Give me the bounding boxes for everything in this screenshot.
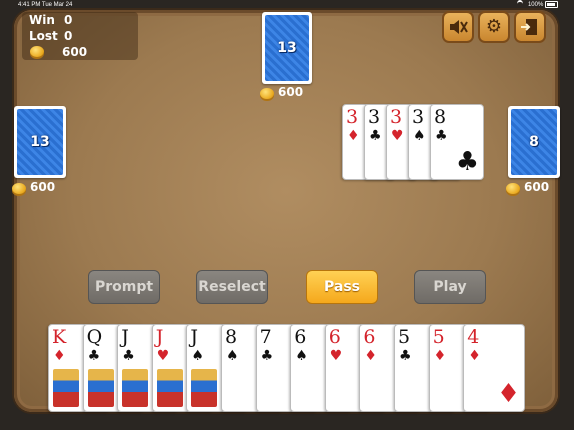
card-suit-icon: ♥ <box>329 348 343 364</box>
right-opponent-cards: 8 <box>508 106 560 178</box>
coin-icon <box>12 183 26 194</box>
card-suit-icon: ♠ <box>413 128 426 144</box>
left-opponent-cards: 13 <box>14 106 66 178</box>
card-rank: J <box>155 326 164 348</box>
card-suit-icon: ♣ <box>399 348 412 364</box>
card-large-suit-icon: ♦ <box>496 379 521 409</box>
card-suit-icon: ♦ <box>468 348 481 364</box>
pass-button[interactable]: Pass <box>306 270 378 304</box>
card-rank: 4 <box>467 326 480 348</box>
card-suit-icon: ♦ <box>364 348 377 364</box>
top-opponent-count: 13 <box>277 40 297 56</box>
card-suit-icon: ♠ <box>226 348 239 364</box>
lost-value: 0 <box>64 29 73 43</box>
face-card-art-icon <box>87 369 114 407</box>
card-rank: Q <box>86 326 103 348</box>
gear-icon: ⚙ <box>485 16 503 37</box>
face-card-art-icon <box>191 369 218 407</box>
card-rank: 8 <box>225 326 238 348</box>
card-rank: 6 <box>363 326 376 348</box>
hand-card[interactable]: 4 ♦ ♦ <box>463 324 526 412</box>
coin-icon <box>260 88 274 99</box>
card-large-suit-icon: ♣ <box>455 147 479 177</box>
player-coins: 600 <box>62 45 88 59</box>
status-time: 4:41 PM Tue Mar 24 <box>18 2 73 8</box>
exit-button[interactable] <box>514 11 546 43</box>
face-card-art-icon <box>156 369 183 407</box>
right-opponent-count: 8 <box>529 134 539 150</box>
top-opponent-coins: 600 <box>278 85 304 99</box>
played-card: 8 ♣ ♣ <box>430 104 484 180</box>
card-suit-icon: ♣ <box>122 348 135 364</box>
card-rank: J <box>121 326 129 348</box>
win-label: Win <box>29 13 55 27</box>
card-rank: 7 <box>259 326 272 348</box>
card-rank: J <box>190 326 199 348</box>
exit-door-icon <box>519 19 541 43</box>
prompt-button[interactable]: Prompt <box>88 270 160 304</box>
right-opponent-coins: 600 <box>524 180 550 194</box>
face-card-art-icon <box>122 369 149 407</box>
status-bar: 4:41 PM Tue Mar 24 100% <box>0 0 574 10</box>
lost-label: Lost <box>29 29 58 43</box>
card-rank: 3 <box>368 106 381 128</box>
coin-icon <box>30 46 44 57</box>
battery-percent: 100% <box>527 2 544 8</box>
face-card-art-icon <box>53 369 79 407</box>
mute-button[interactable] <box>442 11 474 43</box>
card-suit-icon: ♣ <box>260 348 274 364</box>
card-suit-icon: ♠ <box>191 348 204 364</box>
card-suit-icon: ♠ <box>295 348 308 364</box>
card-suit-icon: ♣ <box>87 348 101 364</box>
score-panel: Win 0 Lost 0 600 <box>22 12 138 60</box>
card-rank: 5 <box>432 326 445 348</box>
card-suit-icon: ♣ <box>369 128 382 144</box>
card-suit-icon: ♣ <box>435 128 448 144</box>
card-suit-icon: ♦ <box>53 348 66 364</box>
top-opponent-cards: 13 <box>262 12 312 84</box>
card-rank: 3 <box>346 106 359 128</box>
left-opponent-coins: 600 <box>30 180 56 194</box>
card-suit-icon: ♦ <box>347 128 360 144</box>
card-rank: 3 <box>412 106 425 128</box>
card-rank: 6 <box>294 326 307 348</box>
card-suit-icon: ♥ <box>156 348 170 364</box>
settings-button[interactable]: ⚙ <box>478 11 510 43</box>
left-opponent-count: 13 <box>30 134 50 150</box>
card-rank: 6 <box>328 326 341 348</box>
card-suit-icon: ♥ <box>391 128 404 144</box>
card-rank: 3 <box>390 106 403 128</box>
coin-icon <box>506 183 520 194</box>
card-rank: K <box>52 326 67 348</box>
reselect-button[interactable]: Reselect <box>196 270 268 304</box>
wifi-icon <box>517 0 524 8</box>
card-rank: 5 <box>398 326 411 348</box>
speaker-muted-icon <box>447 20 469 43</box>
card-suit-icon: ♦ <box>433 348 447 364</box>
play-button[interactable]: Play <box>414 270 486 304</box>
status-right: 100% <box>517 0 558 10</box>
battery-icon <box>545 0 558 8</box>
win-value: 0 <box>64 13 73 27</box>
card-rank: 8 <box>434 106 447 128</box>
